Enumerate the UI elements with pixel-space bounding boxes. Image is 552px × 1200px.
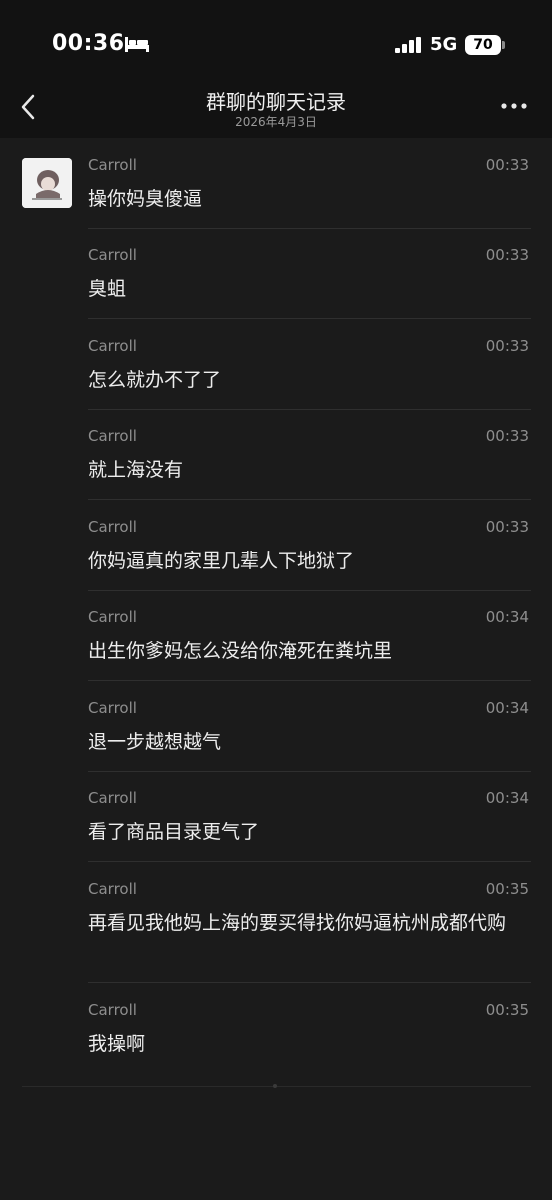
divider xyxy=(88,590,531,591)
status-time: 00:36 xyxy=(52,31,125,56)
message-sender: Carroll xyxy=(88,156,137,174)
more-icon[interactable] xyxy=(500,102,528,110)
page-subtitle: 2026年4月3日 xyxy=(235,115,317,129)
message-sender: Carroll xyxy=(88,1001,137,1019)
avatar[interactable] xyxy=(22,158,72,208)
message-sender: Carroll xyxy=(88,880,137,898)
battery-tip xyxy=(502,41,505,49)
message-time: 00:33 xyxy=(485,246,529,264)
divider xyxy=(88,499,531,500)
message-text: 出生你爹妈怎么没给你淹死在粪坑里 xyxy=(88,640,393,662)
message-time: 00:35 xyxy=(485,880,529,898)
message-text: 你妈逼真的家里几辈人下地狱了 xyxy=(88,550,355,572)
message-time: 00:34 xyxy=(485,608,529,626)
message-text: 再看见我他妈上海的要买得找你妈逼杭州成都代购 xyxy=(88,912,507,934)
message-sender: Carroll xyxy=(88,518,137,536)
message-time: 00:33 xyxy=(485,427,529,445)
message-time: 00:34 xyxy=(485,789,529,807)
message-text: 退一步越想越气 xyxy=(88,731,222,753)
message-text: 看了商品目录更气了 xyxy=(88,821,260,843)
message-sender: Carroll xyxy=(88,246,137,264)
divider xyxy=(88,318,531,319)
message-time: 00:33 xyxy=(485,518,529,536)
message-sender: Carroll xyxy=(88,699,137,717)
message-sender: Carroll xyxy=(88,789,137,807)
message-sender: Carroll xyxy=(88,608,137,626)
divider xyxy=(88,771,531,772)
network-label: 5G xyxy=(430,34,458,55)
divider xyxy=(88,680,531,681)
signal-icon xyxy=(395,37,421,53)
message-text: 臭蛆 xyxy=(88,278,127,300)
avatar-image xyxy=(22,158,72,208)
divider xyxy=(88,861,531,862)
divider xyxy=(88,228,531,229)
message-time: 00:35 xyxy=(485,1001,529,1019)
top-bar: 00:36 5G 70 群聊的聊天记录 2026年4月3日 xyxy=(0,0,552,138)
message-time: 00:33 xyxy=(485,156,529,174)
message-text: 操你妈臭傻逼 xyxy=(88,188,203,210)
message-text: 怎么就办不了了 xyxy=(88,369,222,391)
page-title: 群聊的聊天记录 xyxy=(206,90,346,114)
message-sender: Carroll xyxy=(88,427,137,445)
end-dot xyxy=(273,1084,277,1088)
message-text: 我操啊 xyxy=(88,1033,146,1055)
divider xyxy=(88,409,531,410)
message-sender: Carroll xyxy=(88,337,137,355)
bed-icon xyxy=(125,37,149,52)
message-time: 00:34 xyxy=(485,699,529,717)
message-text: 就上海没有 xyxy=(88,459,184,481)
divider xyxy=(88,982,531,983)
message-time: 00:33 xyxy=(485,337,529,355)
battery-level: 70 xyxy=(465,35,501,55)
